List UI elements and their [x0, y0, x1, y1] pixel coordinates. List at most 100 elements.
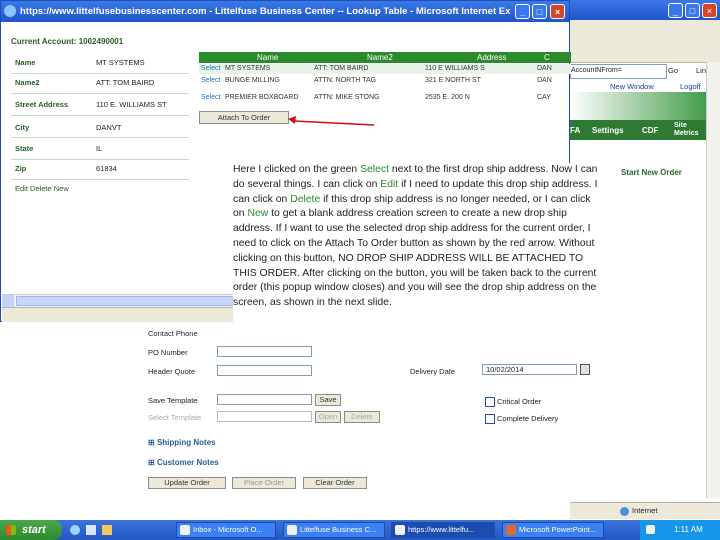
critical-order-checkbox[interactable] — [485, 397, 495, 407]
popup-title-text: https://www.littelfusebusinesscenter.com… — [20, 6, 510, 17]
current-account-label: Current Account: 1002490001 — [11, 37, 124, 46]
edit-word: Edit — [380, 178, 399, 190]
select-link[interactable]: Select — [201, 76, 220, 86]
select-template-dropdown[interactable] — [217, 411, 312, 422]
outlook-quicklaunch-icon[interactable] — [102, 525, 112, 535]
desktop-quicklaunch-icon[interactable] — [86, 525, 96, 535]
delete-template-button[interactable]: Delete — [344, 411, 380, 423]
complete-delivery-label: Complete Delivery — [497, 414, 559, 423]
shipping-notes-toggle[interactable]: ⊞ Shipping Notes — [148, 438, 216, 447]
contact-phone-label: Contact Phone — [148, 329, 198, 338]
page-scrollbar[interactable] — [706, 62, 720, 498]
nav-site-metrics[interactable]: Site Metrics — [674, 122, 704, 138]
name2-label: Name2 — [15, 78, 40, 87]
col-city: C — [544, 53, 550, 62]
attach-to-order-button[interactable]: Attach To Order — [199, 111, 289, 124]
taskbar-item-littelfuse[interactable]: Littelfuse Business C... — [283, 522, 385, 538]
start-label: start — [22, 524, 46, 536]
critical-order-label: Critical Order — [497, 397, 542, 406]
toolbar-bg — [570, 34, 720, 63]
row-name2: ATTN: MIKE STONG — [314, 94, 380, 101]
zip-label: Zip — [15, 164, 27, 173]
select-template-label: Select Template — [148, 413, 202, 422]
complete-delivery-checkbox[interactable] — [485, 414, 495, 424]
city-value: DANVT — [96, 123, 122, 132]
row-name: BUNGE MILLING — [225, 77, 280, 84]
state-value: IL — [96, 144, 103, 153]
delivery-date-input[interactable]: 10/02/2014 — [482, 364, 577, 375]
internet-zone-icon — [620, 507, 629, 516]
save-template-label: Save Template — [148, 396, 198, 405]
select-link[interactable]: Select — [201, 93, 220, 103]
tray-icon[interactable] — [646, 525, 655, 534]
ie-icon — [395, 525, 405, 535]
nav-cdf[interactable]: CDF — [642, 126, 658, 135]
popup-minimize-icon[interactable]: _ — [515, 4, 530, 19]
row-address: 2535 E. 200 N — [425, 94, 470, 101]
name2-value: ATT: TOM BAIRD — [96, 78, 155, 87]
popup-maximize-icon[interactable]: □ — [532, 4, 547, 19]
powerpoint-icon — [506, 525, 516, 535]
address-bar[interactable]: AccountNFrom= — [570, 64, 667, 79]
header-quote-input[interactable] — [217, 365, 312, 376]
save-template-button[interactable]: Save — [315, 394, 341, 406]
row-name2: ATTN: NORTH TAG — [314, 77, 377, 84]
col-name2: Name2 — [367, 53, 393, 62]
select-link[interactable]: Select — [201, 64, 220, 74]
new-window-link[interactable]: New Window — [610, 82, 654, 91]
taskbar-item-https[interactable]: https://www.littelfu... — [391, 522, 495, 538]
popup-close-icon[interactable]: × — [550, 4, 565, 19]
place-order-button[interactable]: Place Order — [232, 477, 296, 489]
row-address: 110 E WILLIAMS S — [425, 65, 485, 72]
select-word: Select — [360, 164, 389, 175]
browser-titlebar-bg: _ □ × — [570, 0, 720, 20]
name-label: Name — [15, 58, 36, 67]
po-number-label: PO Number — [148, 348, 188, 357]
maximize-icon[interactable]: □ — [685, 3, 700, 18]
go-button[interactable]: Go — [668, 64, 696, 77]
ie-quicklaunch-icon[interactable] — [70, 525, 80, 535]
taskbar-item-inbox[interactable]: Inbox - Microsoft O... — [176, 522, 276, 538]
name-value: MT SYSTEMS — [96, 58, 145, 67]
street-address-value: 110 E. WILLIAMS ST — [96, 100, 167, 109]
table-row: Select MT SYSTEMS ATT: TOM BAIRD 110 E W… — [199, 64, 571, 74]
drop-ship-table-header: Name Name2 Address C — [199, 52, 571, 63]
close-icon[interactable]: × — [702, 3, 717, 18]
internet-zone-label: Internet — [632, 506, 658, 515]
header-banner — [570, 92, 710, 120]
system-tray: 1:11 AM — [640, 520, 720, 540]
red-arrow-icon — [288, 116, 375, 126]
browser-status-bar: Internet — [570, 502, 720, 519]
nav-fa[interactable]: FA — [570, 126, 580, 135]
row-city: DAN — [537, 65, 552, 72]
ie-icon — [4, 5, 16, 17]
outlook-icon — [180, 525, 190, 535]
menu-bar-bg — [570, 20, 720, 34]
explanation-callout: Here I clicked on the green Select next … — [233, 163, 603, 341]
popup-titlebar[interactable]: https://www.littelfusebusinesscenter.com… — [1, 1, 569, 22]
customer-notes-toggle[interactable]: ⊞ Customer Notes — [148, 458, 219, 467]
save-template-input[interactable] — [217, 394, 312, 405]
table-row: Select BUNGE MILLING ATTN: NORTH TAG 321… — [199, 76, 571, 86]
minimize-icon[interactable]: _ — [668, 3, 683, 18]
start-button[interactable]: start — [0, 520, 62, 540]
taskbar-item-powerpoint[interactable]: Microsoft PowerPoint... — [502, 522, 604, 538]
clear-order-button[interactable]: Clear Order — [303, 477, 367, 489]
city-label: City — [15, 123, 30, 132]
clock[interactable]: 1:11 AM — [674, 525, 703, 534]
row-address: 321 E NORTH ST — [425, 77, 481, 84]
start-new-order-link[interactable]: Start New Order — [621, 168, 682, 177]
calendar-icon[interactable] — [580, 364, 590, 375]
edit-delete-new-links[interactable]: Edit Delete New — [15, 184, 69, 193]
scroll-left-icon[interactable] — [2, 295, 14, 307]
nav-settings[interactable]: Settings — [592, 126, 624, 135]
windows-logo-icon — [6, 525, 16, 535]
header-quote-label: Header Quote — [148, 367, 196, 376]
table-row: Select PREMIER BOXBOARD ATTN: MIKE STONG… — [199, 93, 571, 103]
zip-value: 61834 — [96, 164, 117, 173]
nav-bar: FA Settings CDF Site Metrics — [570, 120, 710, 140]
open-template-button[interactable]: Open — [315, 411, 341, 423]
po-number-input[interactable] — [217, 346, 312, 357]
update-order-button[interactable]: Update Order — [148, 477, 226, 489]
logoff-link[interactable]: Logoff — [680, 82, 701, 91]
